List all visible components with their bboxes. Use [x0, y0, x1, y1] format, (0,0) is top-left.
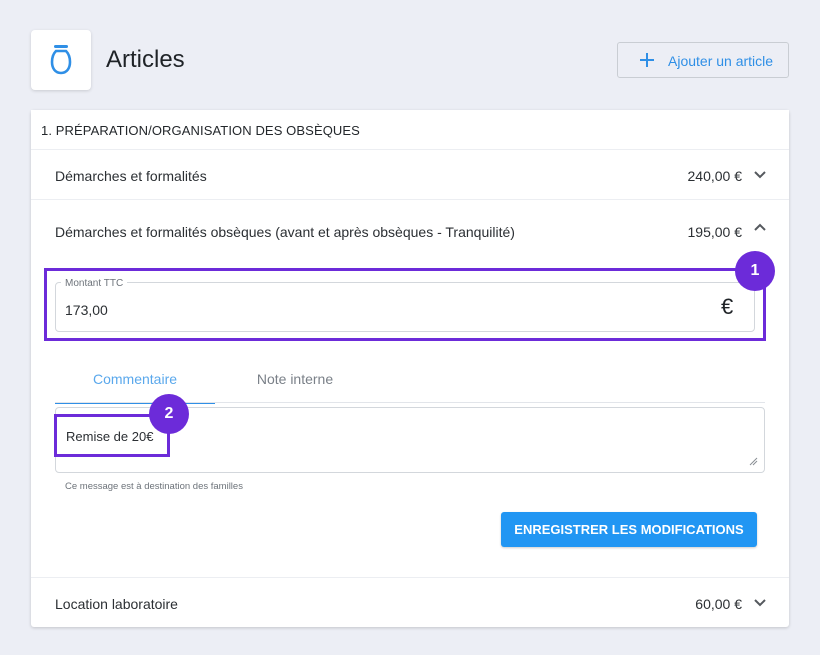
article-row-expanded[interactable]: Démarches et formalités obsèques (avant …: [31, 207, 789, 255]
article-row[interactable]: Location laboratoire 60,00 €: [31, 579, 789, 627]
annotation-badge-2: 2: [149, 394, 189, 434]
chevron-up-icon[interactable]: [753, 222, 767, 232]
resize-handle-icon[interactable]: [749, 457, 758, 466]
tab-note-interne[interactable]: Note interne: [215, 360, 375, 404]
page-title: Articles: [106, 46, 185, 73]
article-price: 195,00 €: [687, 224, 743, 240]
article-name: Démarches et formalités: [55, 168, 207, 184]
add-article-button[interactable]: Ajouter un article: [617, 42, 789, 78]
annotation-badge-1: 1: [735, 251, 775, 291]
article-row[interactable]: Démarches et formalités 240,00 €: [31, 151, 789, 199]
row-divider: [31, 199, 789, 200]
app-logo: [31, 30, 91, 90]
plus-icon: [640, 53, 654, 67]
article-name: Démarches et formalités obsèques (avant …: [55, 224, 515, 240]
section-header: 1. PRÉPARATION/ORGANISATION DES OBSÈQUES: [31, 110, 789, 150]
tab-commentaire[interactable]: Commentaire: [55, 360, 215, 404]
highlight-box-1: [44, 268, 766, 341]
helper-text: Ce message est à destination des famille…: [65, 481, 243, 492]
chevron-down-icon[interactable]: [753, 598, 767, 608]
urn-icon: [50, 45, 72, 75]
add-article-label: Ajouter un article: [668, 53, 774, 69]
articles-card: 1. PRÉPARATION/ORGANISATION DES OBSÈQUES…: [31, 110, 789, 627]
article-price: 60,00 €: [695, 596, 742, 612]
save-changes-button[interactable]: ENREGISTRER LES MODIFICATIONS: [501, 512, 757, 547]
article-name: Location laboratoire: [55, 596, 178, 612]
row-divider: [31, 577, 789, 578]
article-price: 240,00 €: [687, 168, 743, 184]
section-title: 1. PRÉPARATION/ORGANISATION DES OBSÈQUES: [41, 123, 360, 138]
chevron-down-icon[interactable]: [753, 170, 767, 180]
